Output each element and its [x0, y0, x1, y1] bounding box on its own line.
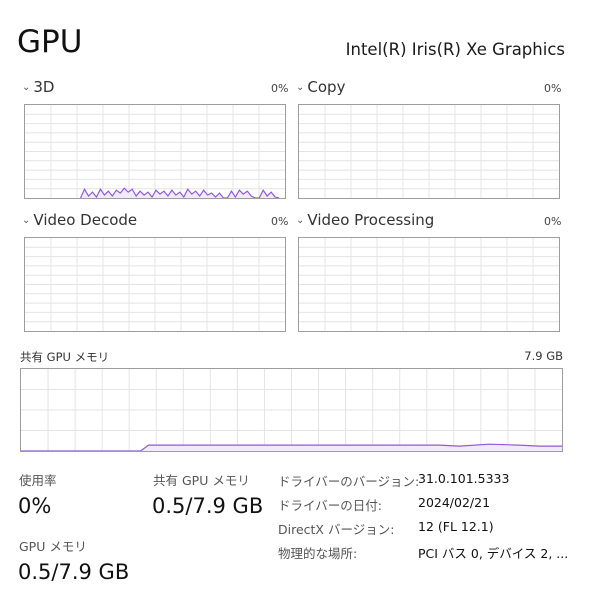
engine-graph-3d: [24, 104, 286, 199]
driver-version-label: ドライバーのバージョン:: [278, 474, 420, 489]
engine-graph-copy: [298, 104, 560, 199]
chevron-down-icon: ⌄: [22, 214, 31, 226]
engine-graph-video-processing: [298, 237, 560, 332]
adapter-name: Intel(R) Iris(R) Xe Graphics: [345, 40, 565, 59]
page-title: GPU: [17, 24, 83, 60]
utilization-value: 0%: [18, 494, 52, 518]
gpu-memory-value: 0.5/7.9 GB: [18, 560, 130, 584]
engine-label: Video Decode: [33, 211, 138, 229]
driver-date-value: 2024/02/21: [418, 495, 491, 510]
shared-memory-label: 共有 GPU メモリ: [153, 473, 250, 488]
engine-label: Video Processing: [307, 211, 435, 229]
shared-memory-graph: [20, 368, 563, 452]
engine-label: Copy: [307, 78, 346, 96]
shared-memory-graph-label: 共有 GPU メモリ: [20, 350, 110, 364]
utilization-label: 使用率: [19, 473, 57, 488]
driver-version-value: 31.0.101.5333: [418, 471, 510, 486]
engine-percent: 0%: [544, 82, 562, 95]
directx-version-value: 12 (FL 12.1): [418, 519, 494, 534]
chevron-down-icon: ⌄: [296, 81, 305, 93]
engine-selector-video-decode[interactable]: ⌄ Video Decode: [22, 211, 137, 229]
engine-percent: 0%: [271, 82, 289, 95]
directx-version-label: DirectX バージョン:: [278, 522, 395, 537]
engine-percent: 0%: [544, 215, 562, 228]
chevron-down-icon: ⌄: [296, 214, 305, 226]
physical-location-label: 物理的な場所:: [278, 546, 358, 561]
engine-graph-video-decode: [24, 237, 286, 332]
shared-memory-value: 0.5/7.9 GB: [152, 494, 264, 518]
shared-memory-graph-max: 7.9 GB: [524, 349, 563, 363]
driver-date-label: ドライバーの日付:: [278, 498, 382, 513]
chevron-down-icon: ⌄: [22, 81, 31, 93]
gpu-memory-label: GPU メモリ: [19, 539, 87, 554]
engine-label: 3D: [33, 78, 55, 96]
engine-percent: 0%: [271, 215, 289, 228]
engine-selector-video-processing[interactable]: ⌄ Video Processing: [296, 211, 434, 229]
engine-selector-copy[interactable]: ⌄ Copy: [296, 78, 345, 96]
physical-location-value: PCI バス 0, デバイス 2, ...: [418, 546, 569, 561]
engine-selector-3d[interactable]: ⌄ 3D: [22, 78, 54, 96]
